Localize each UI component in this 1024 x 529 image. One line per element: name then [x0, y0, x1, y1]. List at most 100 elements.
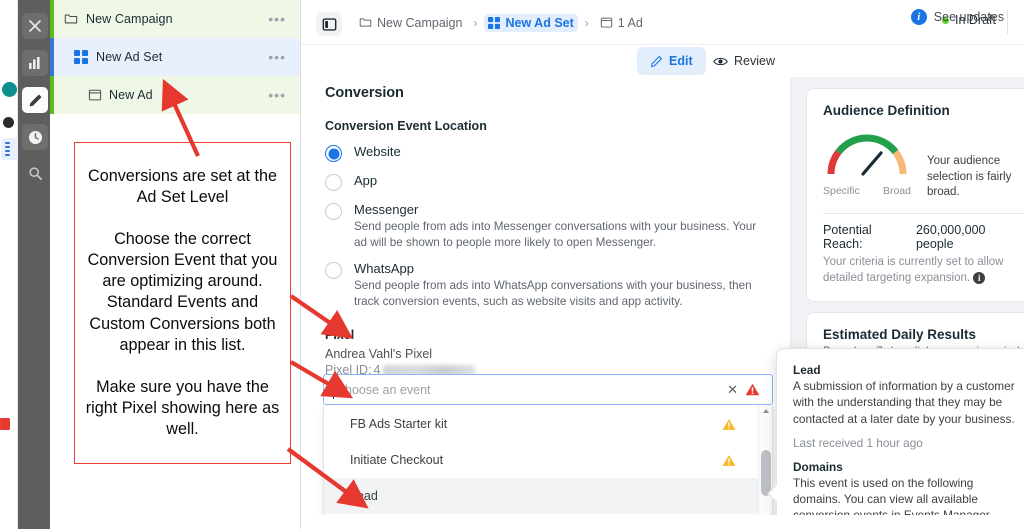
radio-label-website: Website — [354, 144, 401, 159]
dropdown-option-label: Initiate Checkout — [350, 453, 444, 467]
annotation-text: Conversions are set at the Ad Set Level … — [85, 167, 280, 438]
panel-toggle-icon[interactable] — [316, 12, 342, 36]
edit-button[interactable]: Edit — [637, 47, 706, 75]
conversion-event-location-label: Conversion Event Location — [325, 119, 487, 133]
close-icon[interactable]: ✕ — [727, 382, 738, 398]
radio-desc-messenger: Send people from ads into Messenger conv… — [354, 220, 757, 249]
blue-list-icon — [5, 142, 11, 156]
breadcrumb-separator: › — [473, 15, 478, 30]
radio-option-website[interactable]: Website — [325, 144, 766, 162]
radio-icon[interactable] — [325, 174, 342, 191]
dark-circle-icon[interactable] — [3, 117, 14, 128]
conversion-event-placeholder: Choose an event — [336, 382, 431, 397]
dropdown-option-fb-ads-starter-kit[interactable]: FB Ads Starter kit — [324, 406, 772, 442]
pencil-icon[interactable] — [22, 87, 48, 113]
clock-icon[interactable] — [22, 124, 48, 150]
review-button[interactable]: Review — [705, 47, 783, 75]
breadcrumb-label-campaign: New Campaign — [377, 15, 463, 30]
folder-icon — [359, 16, 372, 29]
scrollbar-thumb[interactable] — [761, 450, 771, 496]
tree-label-campaign: New Campaign — [86, 12, 173, 26]
pixel-heading: Pixel — [325, 328, 355, 343]
ad-icon — [600, 16, 613, 29]
row-menu-adset[interactable]: ••• — [268, 50, 286, 64]
grid-icon — [74, 50, 88, 64]
gauge-labels: Specific Broad — [823, 185, 911, 197]
radio-label-app: App — [354, 173, 378, 188]
popover-description: A submission of information by a custome… — [793, 379, 1015, 426]
red-square-icon[interactable] — [0, 418, 10, 430]
page-title: Conversion — [325, 85, 404, 101]
dropdown-option-label: Lead — [350, 489, 378, 503]
conversion-event-dropdown: FB Ads Starter kit Initiate Checkout Lea… — [323, 406, 773, 529]
audience-gauge-icon — [827, 134, 907, 176]
see-updates-button[interactable]: i See updates — [910, 9, 1004, 25]
bottom-fade — [301, 515, 1024, 529]
breadcrumb-separator: › — [584, 15, 589, 30]
lead-popover: Lead A submission of information by a cu… — [767, 348, 1024, 529]
dropdown-scrollbar[interactable] — [758, 406, 772, 529]
vertical-toolbar — [18, 0, 50, 529]
chevron-up-icon[interactable] — [763, 409, 769, 413]
divider — [1007, 10, 1008, 34]
radio-label-whatsapp: WhatsApp — [354, 261, 414, 277]
warning-triangle-icon — [722, 418, 736, 431]
potential-reach-label: Potential Reach: — [823, 222, 872, 251]
radio-desc-whatsapp: Send people from ads into WhatsApp conve… — [354, 279, 752, 308]
audience-side-text: Your audience selection is fairly broad. — [927, 155, 1012, 199]
tree-label-ad: New Ad — [109, 88, 153, 102]
teal-circle-icon[interactable] — [2, 82, 17, 97]
edit-label: Edit — [669, 54, 693, 68]
potential-reach-row: Potential Reach: 260,000,000 people i — [823, 223, 1024, 251]
dropdown-option-lead[interactable]: Lead — [324, 478, 772, 514]
review-label: Review — [734, 54, 775, 68]
chart-icon[interactable] — [22, 50, 48, 76]
tree-row-ad[interactable]: New Ad ••• — [50, 76, 300, 114]
dropdown-option-label: FB Ads Starter kit — [350, 417, 448, 431]
popover-last-received: Last received 1 hour ago — [793, 435, 923, 450]
eye-icon — [713, 55, 728, 68]
breadcrumb-item-campaign[interactable]: New Campaign — [355, 14, 466, 32]
gauge-label-broad: Broad — [882, 185, 911, 197]
browser-left-rail — [0, 0, 18, 529]
row-menu-campaign[interactable]: ••• — [268, 12, 286, 26]
ad-icon — [88, 88, 102, 102]
conversion-event-input[interactable]: Choose an event ✕ — [323, 374, 773, 405]
tree-row-adset[interactable]: New Ad Set ••• — [50, 38, 300, 76]
radio-option-messenger[interactable]: Messenger Send people from ads into Mess… — [325, 202, 766, 250]
pencil-icon — [650, 55, 663, 68]
radio-option-app[interactable]: App — [325, 173, 766, 191]
radio-icon[interactable] — [325, 145, 342, 162]
criteria-text: Your criteria is currently set to allow … — [823, 255, 1024, 287]
radio-option-whatsapp[interactable]: WhatsApp Send people from ads into Whats… — [325, 261, 766, 309]
popover-domains-title: Domains — [793, 459, 843, 474]
warning-triangle-icon — [745, 383, 760, 396]
action-row: Edit Review — [301, 45, 1024, 77]
breadcrumb-item-adset[interactable]: New Ad Set — [484, 13, 578, 32]
row-menu-ad[interactable]: ••• — [268, 88, 286, 102]
info-icon[interactable]: i — [973, 271, 986, 284]
grid-icon — [488, 16, 501, 29]
popover-title: Lead — [793, 363, 821, 377]
dropdown-option-initiate-checkout[interactable]: Initiate Checkout — [324, 442, 772, 478]
radio-icon[interactable] — [325, 262, 342, 280]
annotation-callout: Conversions are set at the Ad Set Level … — [74, 142, 291, 464]
breadcrumb-label-adset: New Ad Set — [505, 15, 574, 30]
audience-definition-card: Audience Definition Specific Broad Your … — [806, 88, 1024, 302]
radio-label-messenger: Messenger — [354, 202, 419, 217]
gauge-label-specific: Specific — [823, 185, 860, 197]
divider — [823, 212, 1024, 214]
zoom-icon[interactable] — [22, 160, 48, 186]
breadcrumb-item-ad[interactable]: 1 Ad — [596, 14, 647, 32]
close-icon[interactable] — [22, 13, 48, 39]
estimated-card-title: Estimated Daily Results — [823, 326, 977, 342]
info-icon: i — [910, 9, 927, 25]
row-stripe — [50, 76, 54, 114]
radio-icon[interactable] — [325, 203, 342, 220]
text-caret — [333, 381, 334, 399]
tree-row-campaign[interactable]: New Campaign ••• — [50, 0, 300, 38]
breadcrumb-label-ad: 1 Ad — [617, 15, 643, 30]
tree-label-adset: New Ad Set — [96, 50, 163, 64]
pixel-name: Andrea Vahl's Pixel — [325, 347, 433, 362]
folder-icon — [64, 12, 78, 26]
